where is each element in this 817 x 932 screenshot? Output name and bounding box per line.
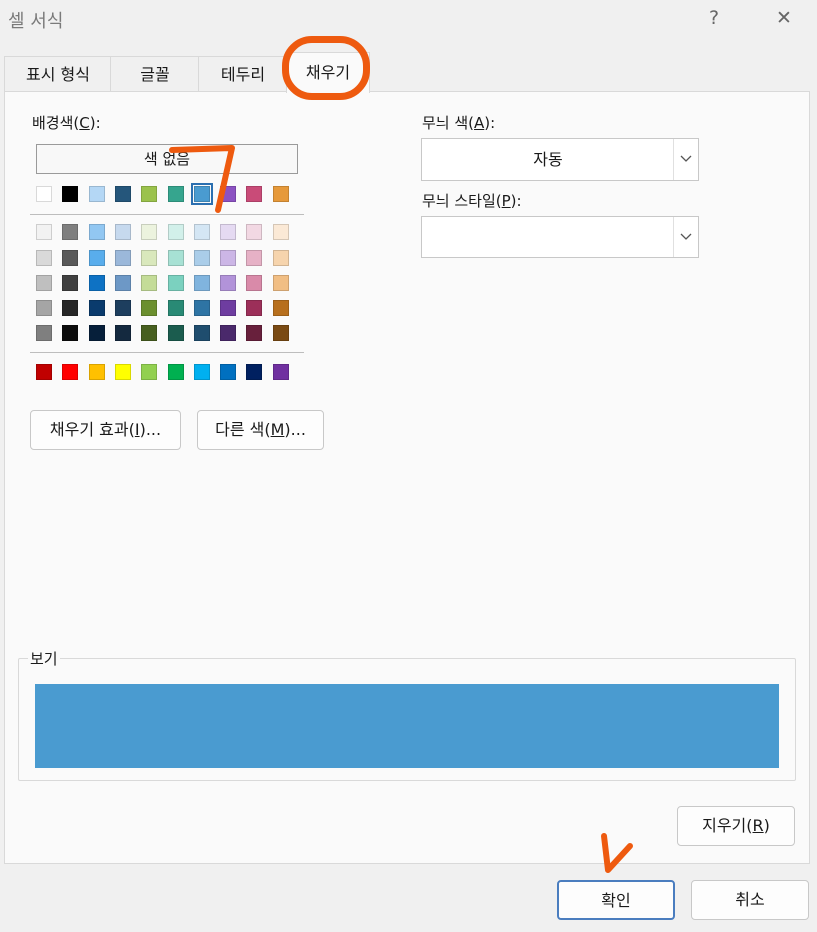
- tint-swatch[interactable]: [220, 224, 237, 240]
- tint-swatch[interactable]: [272, 325, 289, 341]
- tint-swatch[interactable]: [88, 300, 105, 316]
- theme-swatch[interactable]: [246, 186, 263, 202]
- tint-swatch[interactable]: [114, 325, 131, 341]
- theme-swatch[interactable]: [272, 186, 289, 202]
- standard-swatch[interactable]: [246, 364, 263, 380]
- tint-swatch[interactable]: [62, 300, 79, 316]
- standard-swatch[interactable]: [141, 364, 158, 380]
- standard-swatch[interactable]: [88, 364, 105, 380]
- tint-swatch[interactable]: [114, 300, 131, 316]
- tint-swatch[interactable]: [220, 275, 237, 291]
- tint-swatch[interactable]: [193, 300, 210, 316]
- tint-swatch[interactable]: [246, 250, 263, 266]
- pattern-style-value: [430, 217, 674, 257]
- tab-fill[interactable]: 채우기: [286, 52, 370, 93]
- tint-swatch[interactable]: [167, 300, 184, 316]
- theme-swatch[interactable]: [88, 186, 105, 202]
- standard-swatch[interactable]: [167, 364, 184, 380]
- tint-swatch[interactable]: [272, 275, 289, 291]
- theme-swatch[interactable]: [220, 186, 237, 202]
- tint-swatch[interactable]: [36, 250, 52, 266]
- tint-swatch[interactable]: [141, 325, 158, 341]
- theme-swatch[interactable]: [167, 186, 184, 202]
- standard-swatch[interactable]: [272, 364, 289, 380]
- tint-swatch[interactable]: [246, 224, 263, 240]
- tab-border[interactable]: 테두리: [198, 56, 288, 93]
- tint-swatch[interactable]: [272, 250, 289, 266]
- tint-swatch[interactable]: [246, 275, 263, 291]
- tint-swatch[interactable]: [246, 300, 263, 316]
- tint-swatch[interactable]: [193, 275, 210, 291]
- tint-swatch[interactable]: [167, 275, 184, 291]
- standard-swatch[interactable]: [220, 364, 237, 380]
- tint-swatch[interactable]: [62, 325, 79, 341]
- pattern-color-value: 자동: [533, 150, 563, 169]
- pattern-style-dropdown[interactable]: [421, 216, 699, 258]
- theme-swatch[interactable]: [190, 183, 213, 205]
- tint-swatch[interactable]: [88, 275, 105, 291]
- tint-swatch[interactable]: [246, 325, 263, 341]
- theme-swatch[interactable]: [114, 186, 131, 202]
- tint-swatch[interactable]: [141, 250, 158, 266]
- tint-swatch[interactable]: [167, 250, 184, 266]
- clear-button[interactable]: 지우기(R): [677, 806, 795, 846]
- cancel-button[interactable]: 취소: [691, 880, 809, 920]
- tint-swatch[interactable]: [114, 224, 131, 240]
- tint-swatch[interactable]: [167, 325, 184, 341]
- chevron-down-icon[interactable]: [673, 217, 698, 257]
- tint-swatch[interactable]: [36, 224, 52, 240]
- palette-divider: [30, 352, 304, 353]
- tint-swatch[interactable]: [36, 325, 52, 341]
- standard-swatch[interactable]: [36, 364, 52, 380]
- theme-swatch[interactable]: [36, 186, 52, 202]
- tint-swatch[interactable]: [114, 275, 131, 291]
- tint-swatch[interactable]: [62, 224, 79, 240]
- tint-swatch[interactable]: [62, 250, 79, 266]
- tint-swatch[interactable]: [193, 325, 210, 341]
- standard-swatch[interactable]: [114, 364, 131, 380]
- tint-swatch[interactable]: [114, 250, 131, 266]
- tint-swatch[interactable]: [36, 275, 52, 291]
- tint-swatch[interactable]: [141, 275, 158, 291]
- more-colors-button[interactable]: 다른 색(M)...: [197, 410, 324, 450]
- theme-swatch[interactable]: [62, 186, 79, 202]
- dialog-title: 셀 서식: [8, 11, 64, 32]
- pattern-color-dropdown[interactable]: 자동: [421, 138, 699, 181]
- ok-button[interactable]: 확인: [557, 880, 675, 920]
- tint-swatch[interactable]: [272, 300, 289, 316]
- tint-swatch[interactable]: [141, 224, 158, 240]
- tab-number-format[interactable]: 표시 형식: [4, 56, 112, 93]
- sample-label: 보기: [28, 648, 60, 669]
- sample-preview: [35, 684, 779, 768]
- tint-swatch[interactable]: [193, 224, 210, 240]
- palette-divider: [30, 214, 304, 215]
- tint-swatch[interactable]: [36, 300, 52, 316]
- chevron-down-icon[interactable]: [673, 139, 698, 180]
- tint-swatch[interactable]: [88, 224, 105, 240]
- tint-swatch[interactable]: [193, 250, 210, 266]
- tint-swatch[interactable]: [220, 300, 237, 316]
- standard-swatch[interactable]: [62, 364, 79, 380]
- tint-swatch[interactable]: [88, 250, 105, 266]
- standard-swatch[interactable]: [193, 364, 210, 380]
- tint-swatch[interactable]: [220, 250, 237, 266]
- tab-font[interactable]: 글꼴: [110, 56, 200, 93]
- tint-swatch[interactable]: [141, 300, 158, 316]
- tint-swatch[interactable]: [62, 275, 79, 291]
- tint-swatch[interactable]: [88, 325, 105, 341]
- pattern-style-label: 무늬 스타일(P):: [422, 192, 522, 210]
- close-button[interactable]: ✕: [764, 4, 804, 32]
- tint-swatch[interactable]: [220, 325, 237, 341]
- pattern-color-label: 무늬 색(A):: [422, 114, 496, 132]
- no-color-button[interactable]: 색 없음: [36, 144, 298, 174]
- fill-effects-button[interactable]: 채우기 효과(I)...: [30, 410, 181, 450]
- help-button[interactable]: ?: [694, 4, 734, 32]
- theme-swatch[interactable]: [141, 186, 158, 202]
- background-color-label: 배경색(C):: [32, 114, 101, 132]
- tint-swatch[interactable]: [167, 224, 184, 240]
- tint-swatch[interactable]: [272, 224, 289, 240]
